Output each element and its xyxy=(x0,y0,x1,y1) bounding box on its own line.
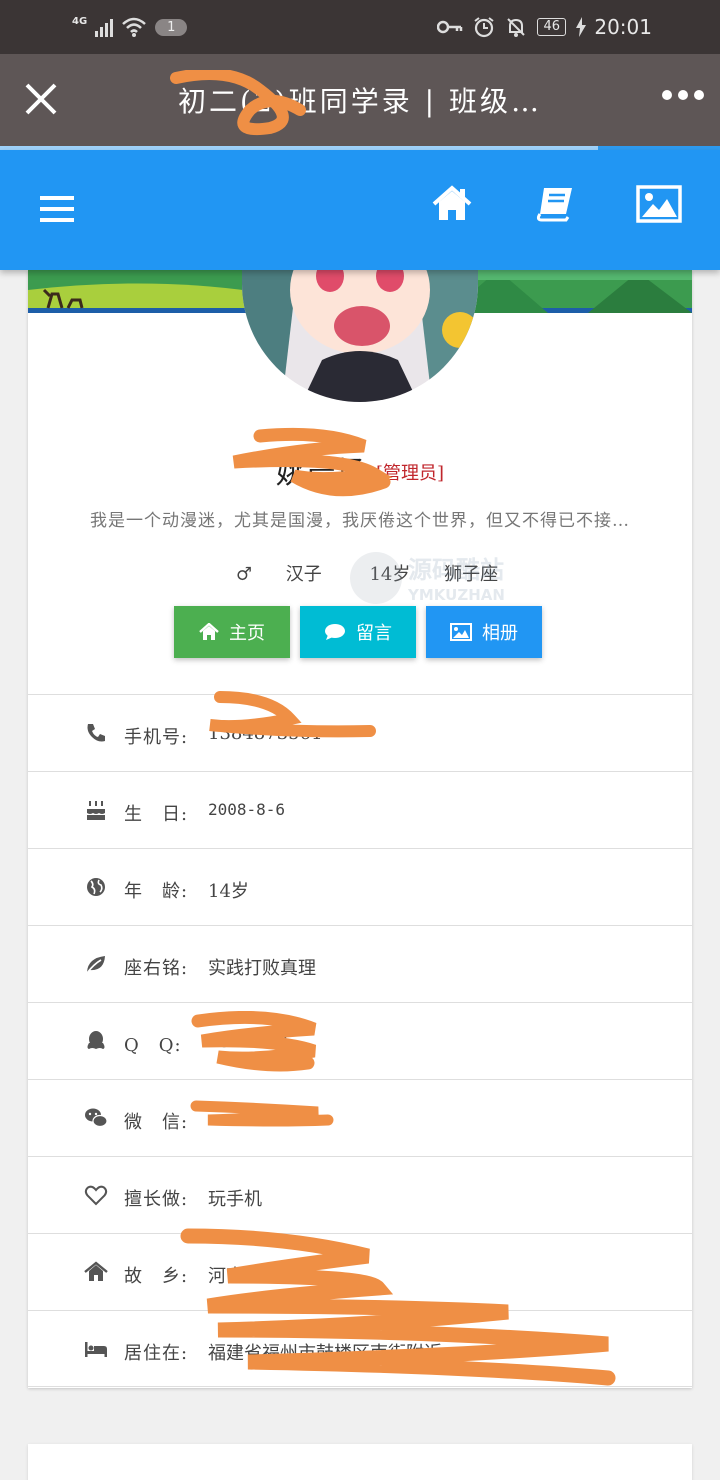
alarm-icon xyxy=(474,17,495,38)
picture-icon xyxy=(450,623,472,641)
info-row-birthday: 生 日: 2008-8-6 xyxy=(28,771,692,848)
profile-bio: 我是一个动漫迷，尤其是国漫，我厌倦这个世界，但又不得已不接… xyxy=(90,511,630,531)
wechat-icon xyxy=(85,1108,108,1128)
message-button[interactable]: 留言 xyxy=(300,606,416,658)
status-bar: 4G 1 46 20:01 xyxy=(0,0,720,54)
redaction-scribble xyxy=(209,691,376,738)
close-icon[interactable] xyxy=(24,82,58,116)
key-icon xyxy=(437,20,463,34)
info-row-qq: Q Q: 2918452 xyxy=(28,1002,692,1079)
webview-title-bar: 初二(2)班同学录 | 班级… xyxy=(0,54,720,146)
clock: 20:01 xyxy=(594,15,652,39)
home-icon[interactable] xyxy=(430,184,474,224)
site-nav-bar xyxy=(0,150,720,270)
qq-icon xyxy=(87,1031,105,1049)
home-icon xyxy=(199,623,219,640)
profile-card: 姚晨扬 [管理员] 我是一个动漫迷，尤其是国漫，我厌倦这个世界，但又不得已不接… … xyxy=(28,230,692,1388)
info-list: 手机号: 1384873561 生 日: 2008-8-6 年 龄: 14岁 座… xyxy=(28,691,692,1387)
menu-icon[interactable] xyxy=(40,196,74,222)
album-button[interactable]: 相册 xyxy=(426,606,542,658)
charging-icon xyxy=(576,17,586,37)
info-row-phone: 手机号: 1384873561 xyxy=(28,691,692,771)
redaction-scribble xyxy=(232,427,393,497)
mute-bell-icon xyxy=(507,18,526,37)
watermark: 源码酷站 YMKUZHAN xyxy=(350,552,505,604)
globe-icon xyxy=(87,878,105,896)
info-row-motto: 座右铭: 实践打败真理 xyxy=(28,925,692,1002)
phone-icon xyxy=(87,724,105,742)
redaction-scribble xyxy=(170,70,306,136)
notification-badge: 1 xyxy=(155,18,188,36)
heart-icon xyxy=(84,1185,108,1206)
redaction-scribble xyxy=(180,1228,616,1386)
more-options-icon[interactable] xyxy=(662,90,704,100)
signal-icon xyxy=(95,17,114,37)
redaction-scribble xyxy=(190,1100,334,1127)
bed-icon xyxy=(85,1342,107,1357)
info-row-skill: 擅长做: 玩手机 xyxy=(28,1156,692,1233)
wifi-icon xyxy=(122,17,147,37)
picture-icon[interactable] xyxy=(636,184,682,224)
leaf-icon xyxy=(86,956,105,974)
male-icon: ♂ xyxy=(235,564,253,585)
gender-label: 汉子 xyxy=(285,564,322,585)
homepage-button[interactable]: 主页 xyxy=(174,606,290,658)
info-row-age: 年 龄: 14岁 xyxy=(28,848,692,925)
book-icon[interactable] xyxy=(534,184,578,224)
battery-icon: 46 xyxy=(537,18,566,36)
network-type: 4G xyxy=(72,15,88,27)
redaction-scribble xyxy=(191,1011,317,1072)
info-row-wechat: 微 信: xyxy=(28,1079,692,1156)
comment-icon xyxy=(325,624,345,640)
action-buttons: 主页 留言 相册 xyxy=(174,606,542,658)
svg-text:YMKUZHAN: YMKUZHAN xyxy=(407,586,505,604)
house-icon xyxy=(84,1261,108,1281)
next-card xyxy=(28,1444,692,1480)
cake-icon xyxy=(87,801,105,820)
svg-text:源码酷站: 源码酷站 xyxy=(408,556,504,584)
